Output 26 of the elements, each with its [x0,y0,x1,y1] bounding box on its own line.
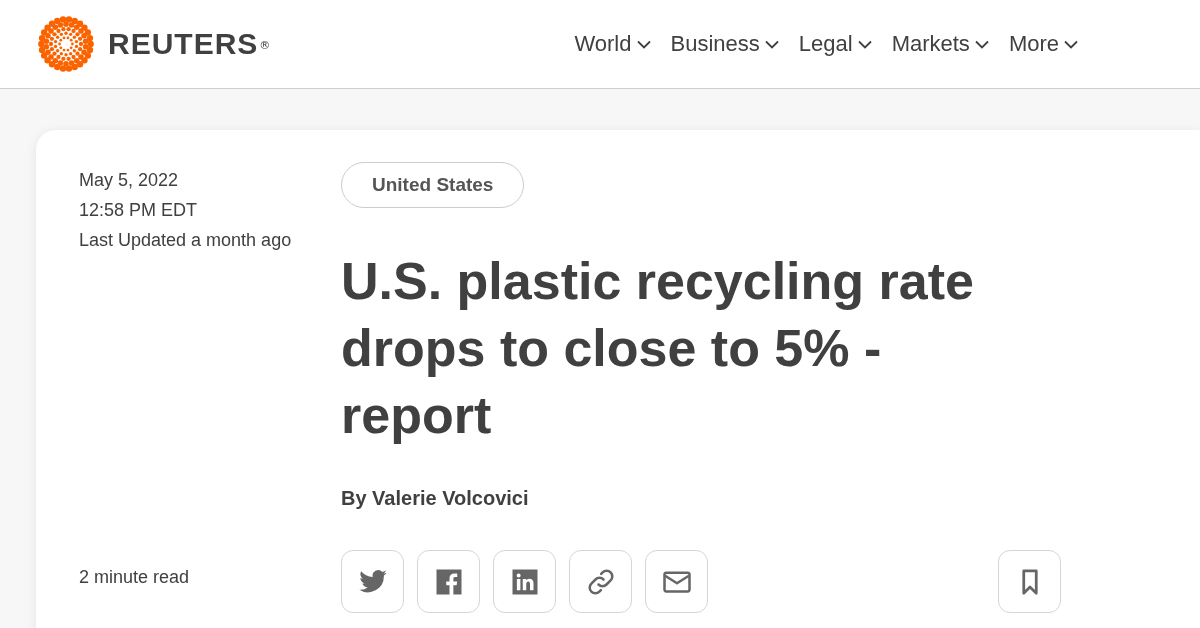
nav-menu-item[interactable]: Legal [798,31,872,57]
share-button[interactable] [417,550,480,613]
nav-menu-item[interactable]: Markets [891,31,989,57]
caret-icon [1064,39,1078,49]
logo-wordmark[interactable]: REUTERS [108,27,259,61]
share-button[interactable] [341,550,404,613]
caret-icon [857,39,872,49]
share-button[interactable] [493,550,556,613]
headline: U.S. plastic recycling rate drops to close to 5% - report [341,251,975,446]
byline[interactable]: By Valerie Volcovici [341,487,529,510]
nav-menu-item[interactable]: More [1008,31,1078,57]
caret-icon [636,39,651,49]
nav-menu-item[interactable]: World [574,31,651,57]
nav-menu-item[interactable]: Business [670,31,779,57]
link-icon [585,566,616,597]
bookmark-button[interactable] [998,550,1061,613]
registered-mark: ® [259,39,271,52]
share-button[interactable] [645,550,708,613]
dotted-circle-logo-icon[interactable] [36,14,96,74]
read-time: 2 minute read [79,566,191,589]
publish-date: May 5, 2022 [79,169,180,192]
caret-icon [974,39,989,49]
publish-time: 12:58 PM EDT [79,199,199,222]
caret-icon [764,39,779,49]
share-button[interactable] [569,550,632,613]
last-updated: Last Updated a month ago [79,229,293,252]
